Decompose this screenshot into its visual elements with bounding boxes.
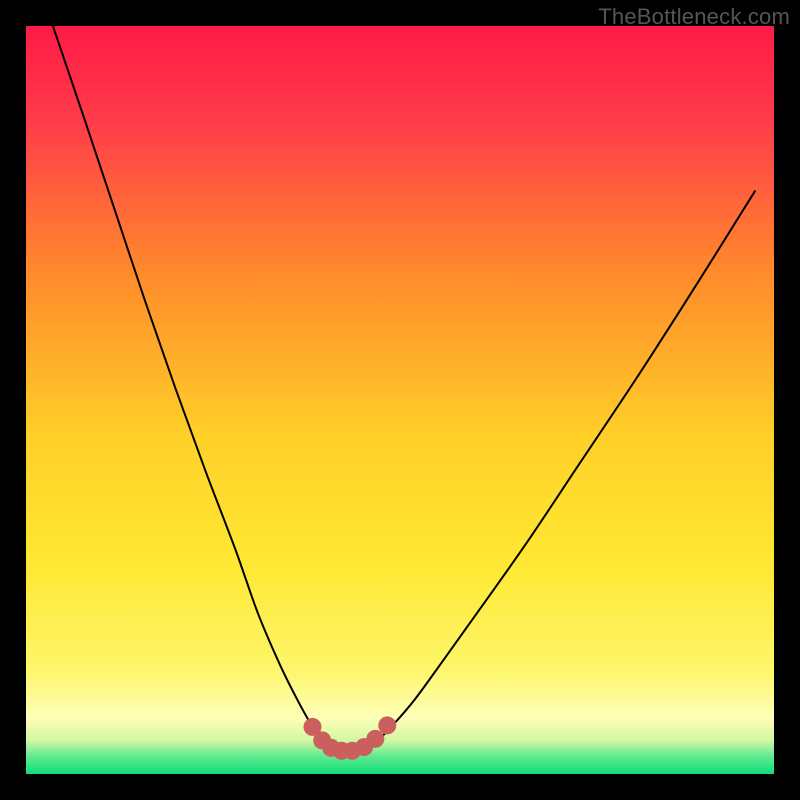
watermark-text: TheBottleneck.com: [598, 4, 790, 30]
bottleneck-chart: [26, 26, 774, 774]
chart-frame: [26, 26, 774, 774]
marker-dot: [378, 716, 396, 734]
gradient-background: [26, 26, 774, 774]
marker-dot: [366, 730, 384, 748]
